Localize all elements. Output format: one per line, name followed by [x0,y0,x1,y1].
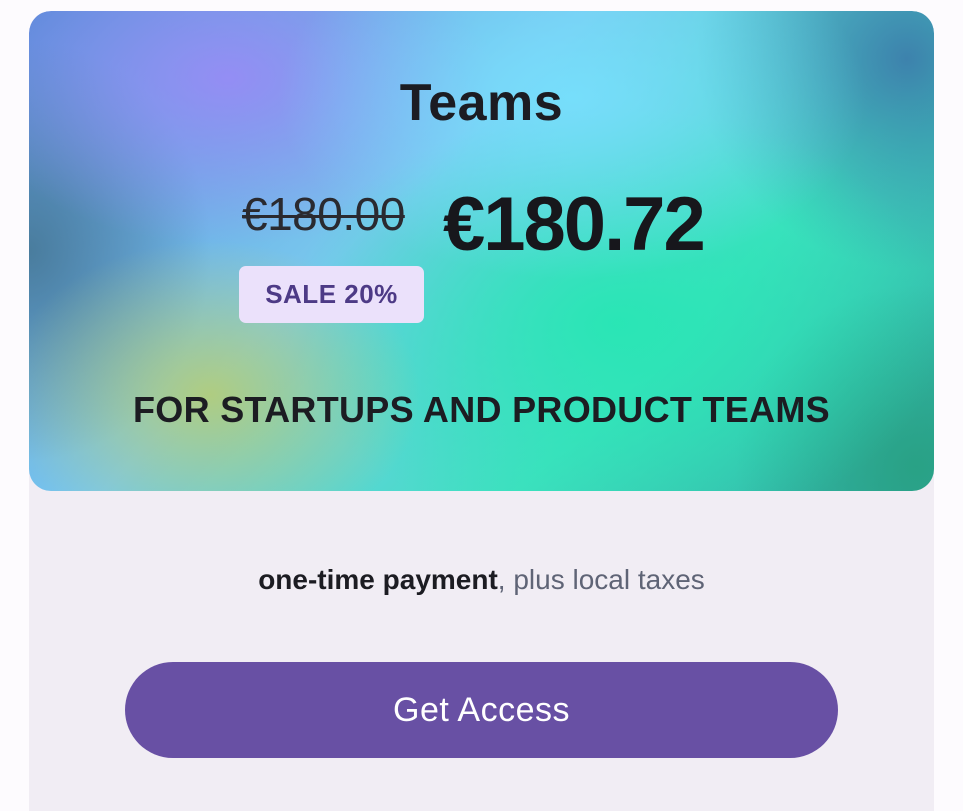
get-access-button[interactable]: Get Access [125,662,838,758]
payment-note: one-time payment, plus local taxes [29,564,934,596]
sale-price: €180.72 [443,182,706,267]
sale-badge: SALE 20% [239,266,424,323]
payment-type: one-time payment [258,564,498,595]
payment-taxes: , plus local taxes [497,564,705,595]
pricing-card: Teams €180.00 €180.72 SALE 20% FOR START… [29,11,934,811]
plan-audience: FOR STARTUPS AND PRODUCT TEAMS [133,389,830,430]
hero-gradient-panel: Teams €180.00 €180.72 SALE 20% FOR START… [29,11,934,491]
plan-title: Teams [399,74,564,132]
original-price: €180.00 [242,188,405,240]
